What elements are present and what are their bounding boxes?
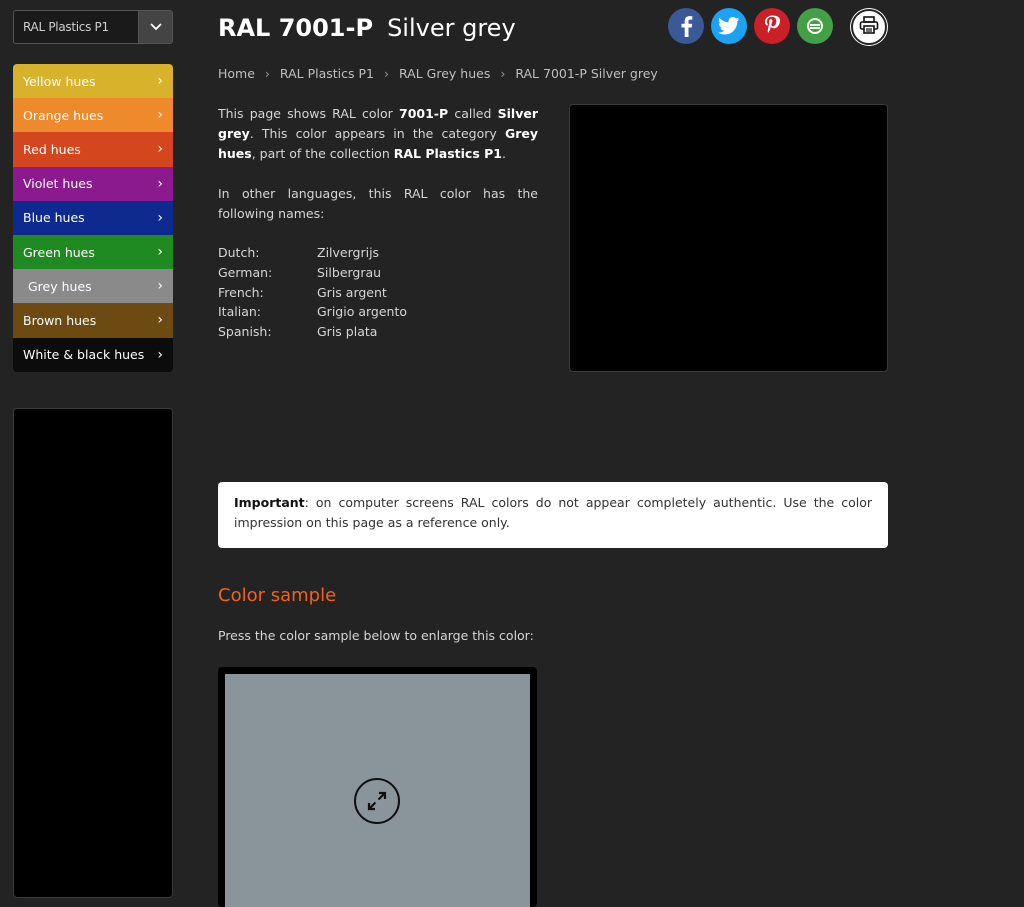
breadcrumb-home[interactable]: Home (218, 66, 255, 81)
chevron-right-icon: › (157, 278, 163, 295)
important-notice: Important: on computer screens RAL color… (218, 482, 888, 548)
chevron-right-icon: › (157, 107, 163, 124)
text-fragment: called (448, 106, 498, 121)
language-label: Dutch: (218, 245, 260, 260)
language-value: Silbergrau (317, 264, 382, 280)
printer-icon (859, 16, 879, 38)
hue-item-blue[interactable]: Blue hues › (13, 200, 173, 235)
description-paragraph: This page shows RAL color 7001-P called … (218, 104, 538, 164)
hue-label: White & black hues (23, 347, 145, 363)
language-label: French: (218, 284, 264, 300)
breadcrumb: Home › RAL Plastics P1 › RAL Grey hues ›… (218, 66, 658, 81)
hue-item-grey[interactable]: Grey hues › (13, 269, 173, 304)
hue-menu: Yellow hues › Orange hues › Red hues › Viol… (13, 64, 173, 372)
breadcrumb-collection[interactable]: RAL Plastics P1 (280, 66, 374, 81)
color-code-bold: 7001-P (399, 106, 449, 121)
chevron-right-icon: › (264, 66, 270, 81)
chevron-right-icon: › (157, 73, 163, 90)
language-value: Gris argent (317, 284, 387, 300)
social-share-bar (668, 8, 840, 44)
share-icon[interactable] (797, 8, 833, 44)
collection-select[interactable]: RAL Plastics P1 (13, 10, 173, 44)
text-fragment: . This color appears in the category (249, 126, 505, 141)
twitter-icon[interactable] (711, 8, 747, 44)
color-sample-swatch[interactable] (225, 674, 530, 907)
language-names-list: Dutch: Zilvergrijs German: Silbergrau Fren… (218, 243, 407, 342)
chevron-right-icon: › (157, 312, 163, 329)
text-fragment: , part of the collection (251, 146, 394, 161)
notice-bold: Important (234, 495, 305, 510)
hue-item-white-black[interactable]: White & black hues › (13, 337, 173, 372)
hue-item-orange[interactable]: Orange hues › (13, 98, 173, 133)
chevron-down-icon[interactable] (138, 11, 172, 43)
hue-label: Green hues (23, 244, 95, 260)
hue-label: Violet hues (23, 176, 93, 192)
language-row: Dutch: Zilvergrijs (218, 243, 407, 263)
hue-item-green[interactable]: Green hues › (13, 234, 173, 270)
hue-item-violet[interactable]: Violet hues › (13, 166, 173, 201)
chevron-right-icon: › (384, 66, 389, 81)
chevron-right-icon: › (157, 346, 163, 363)
print-button[interactable] (851, 9, 887, 45)
language-value: Grigio argento (317, 304, 408, 320)
hue-item-brown[interactable]: Brown hues › (13, 303, 173, 338)
hue-label: Orange hues (23, 107, 104, 123)
text-fragment: . (502, 146, 506, 161)
language-row: Italian: Grigio argento (218, 302, 407, 322)
language-row: German: Silbergrau (218, 263, 407, 283)
language-label: Spanish: (218, 324, 272, 340)
chevron-right-icon: › (157, 175, 163, 192)
language-row: Spanish: Gris plata (218, 322, 407, 342)
chevron-right-icon: › (500, 66, 506, 81)
language-label: Italian: (218, 304, 261, 320)
language-value: Zilvergrijs (317, 245, 380, 260)
pinterest-icon[interactable] (754, 8, 790, 44)
text-fragment: This page shows RAL color (218, 106, 399, 121)
breadcrumb-category[interactable]: RAL Grey hues (399, 66, 490, 81)
hue-label: Grey hues (28, 278, 92, 294)
hue-label: Blue hues (23, 210, 85, 226)
facebook-icon[interactable] (668, 8, 704, 44)
color-sample-frame (218, 667, 537, 907)
hue-label: Brown hues (23, 312, 97, 328)
chevron-right-icon: › (157, 209, 163, 226)
language-row: French: Gris argent (218, 283, 407, 303)
chevron-right-icon: › (157, 141, 163, 158)
notice-text: : on computer screens RAL colors do not … (234, 495, 872, 530)
page-title: RAL 7001-P Silver grey (218, 8, 516, 48)
languages-intro: In other languages, this RAL color has t… (218, 186, 538, 221)
expand-icon[interactable] (354, 778, 400, 824)
hue-item-yellow[interactable]: Yellow hues › (13, 64, 173, 99)
hue-item-red[interactable]: Red hues › (13, 132, 173, 167)
hue-label: Yellow hues (23, 73, 96, 89)
language-value: Gris plata (317, 324, 378, 340)
color-code: RAL 7001-P (218, 14, 374, 42)
hue-label: Red hues (23, 141, 81, 157)
language-label: German: (218, 264, 273, 280)
color-sample-heading: Color sample (218, 585, 337, 606)
color-name: Silver grey (387, 14, 516, 42)
sidebar-ad-placeholder (13, 408, 173, 898)
color-sample-instruction: Press the color sample below to enlarge … (218, 628, 534, 643)
chevron-right-icon: › (157, 244, 163, 261)
color-description: This page shows RAL color 7001-P called … (218, 104, 538, 244)
collection-select-label: RAL Plastics P1 (23, 20, 109, 34)
content-ad-placeholder (569, 104, 888, 372)
collection-bold: RAL Plastics P1 (393, 146, 502, 161)
breadcrumb-current: RAL 7001-P Silver grey (515, 66, 658, 81)
